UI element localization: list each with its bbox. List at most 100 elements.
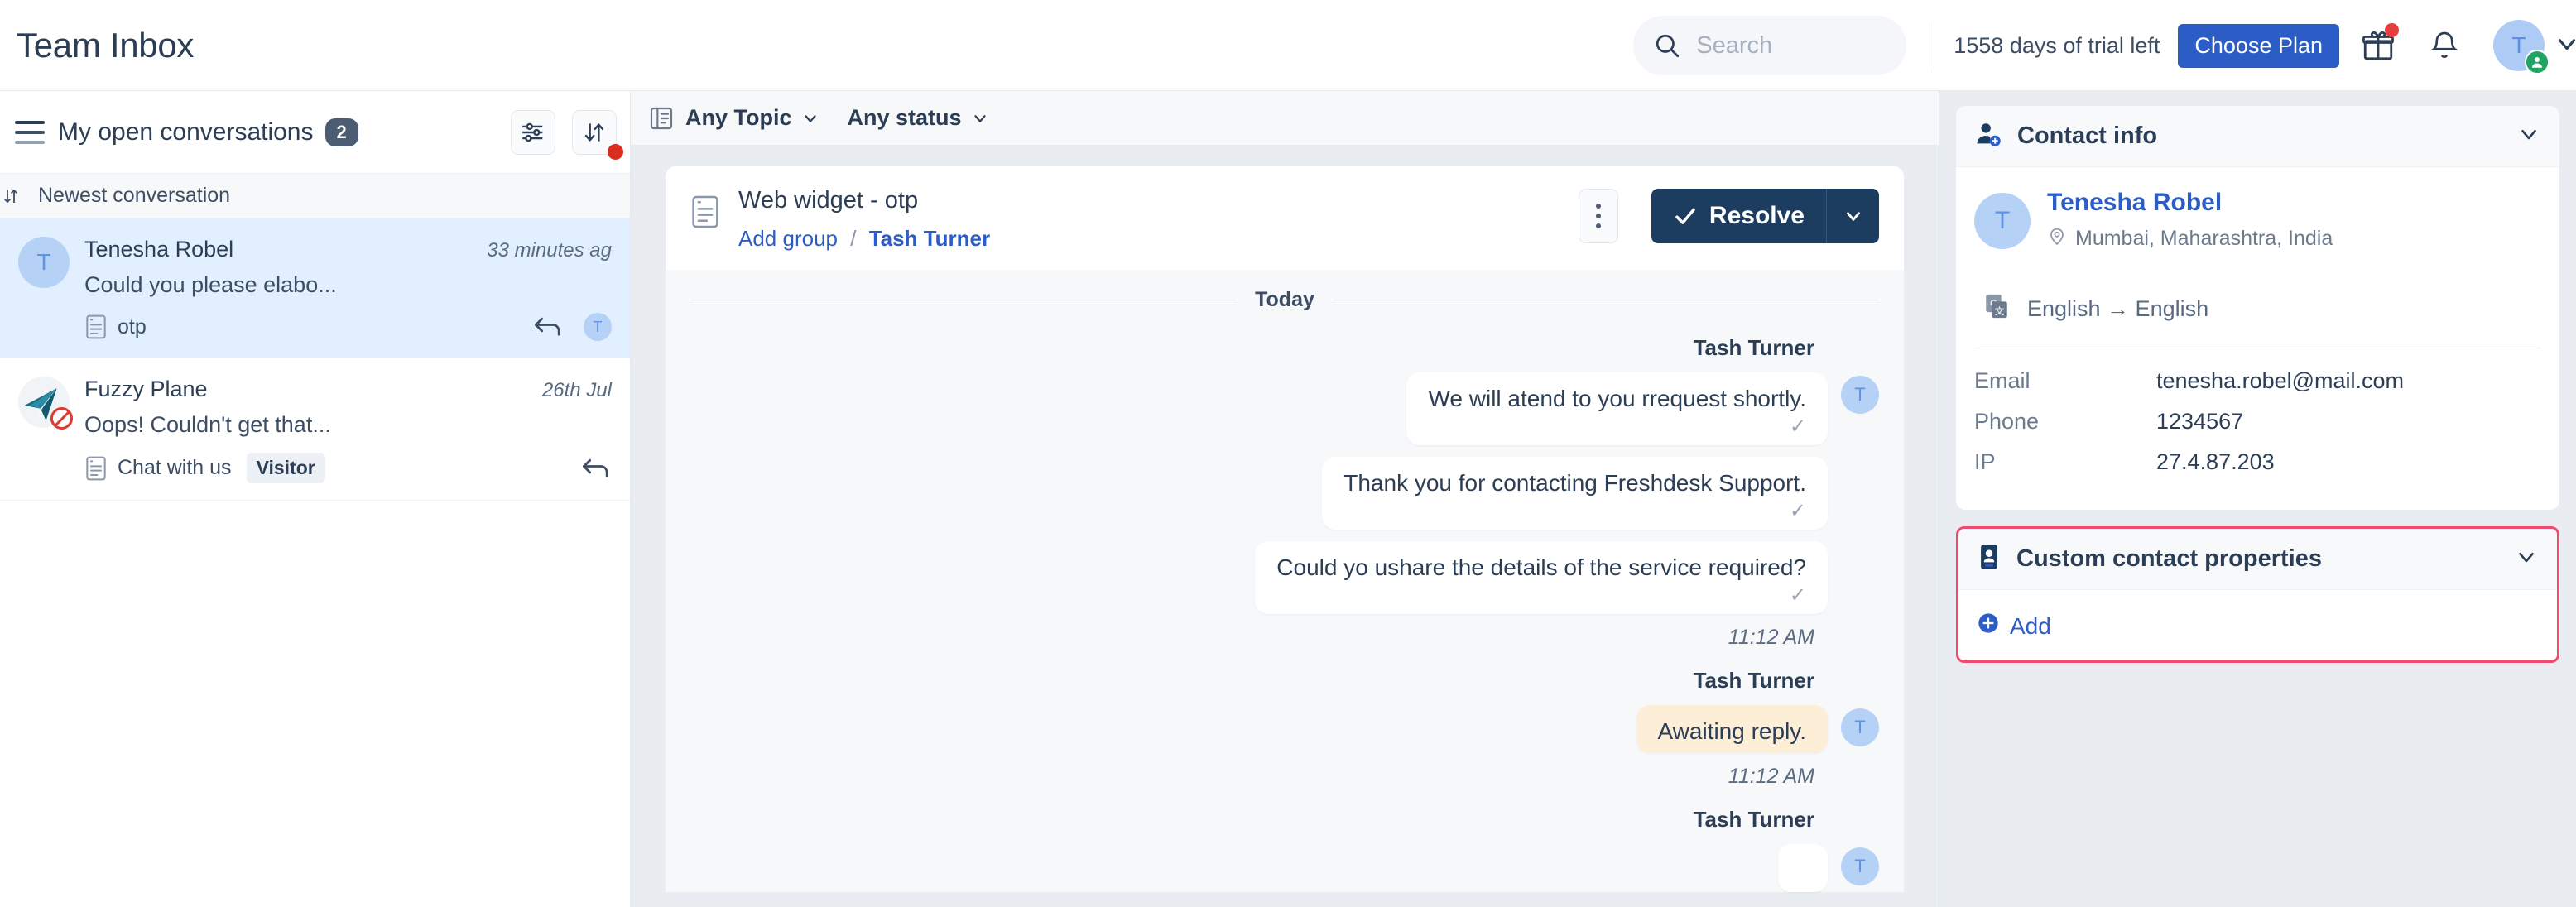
chevron-down-icon[interactable]	[2514, 545, 2539, 573]
choose-plan-button[interactable]: Choose Plan	[2178, 23, 2339, 68]
translation-language-text: English → English	[2027, 296, 2209, 321]
message-sender: Tash Turner	[1693, 668, 1814, 693]
add-custom-property-button[interactable]: Add	[1977, 612, 2539, 641]
contact-info-panel-header[interactable]: Contact info	[1956, 106, 2559, 167]
topic-icon	[649, 105, 674, 132]
translation-language-row[interactable]: G 文 English → English	[1974, 292, 2541, 326]
user-avatar[interactable]: T	[2493, 20, 2550, 74]
contact-name-link[interactable]: Tenesha Robel	[2047, 189, 2333, 217]
ticket-breadcrumb: Add group / Tash Turner	[738, 226, 1560, 252]
custom-properties-panel-header[interactable]: Custom contact properties	[1958, 529, 2557, 590]
thread-scroll-area[interactable]: Web widget - otp Add group / Tash Turner	[631, 146, 1939, 907]
hamburger-menu-icon[interactable]	[15, 120, 45, 144]
channel-label: Chat with us	[118, 456, 232, 479]
message-group: Tash Turner T	[690, 807, 1879, 892]
contact-field-row: Email tenesha.robel@mail.com	[1974, 368, 2541, 394]
presence-online-badge	[2525, 50, 2550, 74]
message-bubble	[1778, 844, 1828, 892]
more-options-button[interactable]	[1578, 189, 1618, 243]
contact-add-icon	[1974, 120, 2002, 152]
filter-any-status[interactable]: Any status	[848, 105, 989, 131]
list-item[interactable]: T Tenesha Robel 33 minutes ag Could you …	[0, 218, 630, 358]
avatar: T	[1841, 708, 1879, 746]
filter-topic-label: Any Topic	[685, 105, 792, 130]
search-placeholder-text: Search	[1696, 31, 1773, 59]
avatar: T	[1841, 376, 1879, 414]
message-timestamp: 11:12 AM	[1728, 626, 1814, 649]
filter-settings-button[interactable]	[511, 109, 555, 155]
translate-icon: G 文	[1982, 292, 2011, 326]
filter-status-label: Any status	[847, 105, 962, 130]
field-label: IP	[1974, 449, 1996, 474]
avatar	[18, 377, 73, 430]
chevron-down-icon[interactable]	[2553, 30, 2576, 62]
message-text: Thank you for contacting Freshdesk Suppo…	[1343, 470, 1806, 496]
bell-icon[interactable]	[2417, 18, 2472, 73]
widget-channel-icon	[84, 455, 108, 482]
chevron-down-icon	[1846, 212, 1860, 221]
sort-alert-dot	[608, 143, 623, 160]
filter-any-topic[interactable]: Any Topic	[685, 105, 819, 131]
day-separator-label: Today	[1255, 288, 1314, 311]
message-thread: Today Tash Turner We will atend to you r…	[666, 270, 1904, 892]
message-bubble: We will atend to you rrequest shortly. ✓	[1406, 372, 1828, 445]
sort-order-button[interactable]	[572, 109, 623, 160]
chevron-down-icon	[973, 114, 986, 122]
blocked-badge-icon	[50, 407, 73, 430]
sort-bar[interactable]: Newest conversation	[0, 174, 630, 218]
delivered-tick-icon: ✓	[1789, 415, 1806, 438]
app-root: Team Inbox Search 1558 days of trial lef…	[0, 0, 2576, 907]
resolve-label: Resolve	[1709, 202, 1805, 229]
gift-icon[interactable]	[2351, 18, 2405, 73]
search-input[interactable]: Search	[1633, 16, 1907, 75]
reply-icon[interactable]	[532, 314, 564, 340]
custom-contact-properties-panel: Custom contact properties Add	[1956, 526, 2559, 663]
conversation-pane: Any Topic Any status Web widget - otp Ad…	[631, 91, 1939, 907]
sort-label: Newest conversation	[38, 184, 231, 207]
message-text: Could yo ushare the details of the servi…	[1276, 554, 1806, 580]
chevron-down-icon[interactable]	[2516, 122, 2541, 151]
list-item-top-row: Tenesha Robel 33 minutes ag	[84, 237, 612, 262]
list-item-top-row: Fuzzy Plane 26th Jul	[84, 377, 612, 402]
private-note-bubble: Awaiting reply.	[1636, 705, 1828, 753]
timestamp: 33 minutes ag	[487, 239, 612, 262]
plane-avatar-icon	[18, 377, 73, 430]
conversation-count-badge: 2	[324, 118, 358, 146]
contact-identity-text: Tenesha Robel Mumbai, Maharashtra, India	[2047, 189, 2333, 252]
reply-icon[interactable]	[580, 455, 612, 482]
add-group-link[interactable]: Add group	[738, 226, 838, 251]
contact-info-body: T Tenesha Robel Mumbai, Maharashtra, Ind…	[1956, 167, 2559, 510]
ticket-meta: Web widget - otp Add group / Tash Turner	[738, 187, 1560, 252]
day-separator: Today	[690, 270, 1880, 317]
contact-name: Fuzzy Plane	[84, 377, 208, 401]
app-body: My open conversations 2 Newest conversat…	[0, 91, 2576, 907]
message-timestamp: 11:12 AM	[1728, 765, 1814, 788]
conversation-list-pane: My open conversations 2 Newest conversat…	[0, 91, 631, 907]
message-row: Awaiting reply. T	[690, 705, 1879, 753]
message-row: Could yo ushare the details of the servi…	[690, 541, 1879, 614]
list-item-content: Fuzzy Plane 26th Jul Oops! Couldn't get …	[84, 377, 612, 483]
resolve-button[interactable]: Resolve	[1651, 189, 1826, 243]
field-label: Phone	[1974, 409, 2040, 434]
avatar: T	[1974, 192, 2031, 249]
custom-properties-title: Custom contact properties	[2016, 545, 2322, 572]
delivered-tick-icon: ✓	[1789, 584, 1806, 607]
field-value: 27.4.87.203	[2156, 449, 2275, 474]
message-text: We will atend to you rrequest shortly.	[1428, 386, 1806, 411]
assignee-link[interactable]: Tash Turner	[869, 226, 990, 251]
assignee-avatar: T	[584, 313, 612, 341]
list-item-meta-row: Chat with us Visitor	[84, 453, 612, 483]
top-header-bar: Team Inbox Search 1558 days of trial lef…	[0, 0, 2576, 91]
breadcrumb-separator: /	[850, 226, 857, 251]
avatar: T	[1841, 847, 1879, 885]
trial-status-text: 1558 days of trial left	[1954, 32, 2160, 58]
add-label: Add	[2010, 612, 2051, 639]
widget-channel-icon	[690, 194, 720, 230]
field-value: tenesha.robel@mail.com	[2156, 368, 2405, 393]
search-icon	[1653, 31, 1681, 60]
resolve-dropdown-button[interactable]	[1826, 189, 1879, 243]
list-header-actions	[511, 109, 623, 160]
contact-field-row: Phone 1234567	[1974, 409, 2541, 434]
message-preview: Oops! Couldn't get that...	[84, 412, 331, 437]
list-item[interactable]: Fuzzy Plane 26th Jul Oops! Couldn't get …	[0, 358, 630, 501]
